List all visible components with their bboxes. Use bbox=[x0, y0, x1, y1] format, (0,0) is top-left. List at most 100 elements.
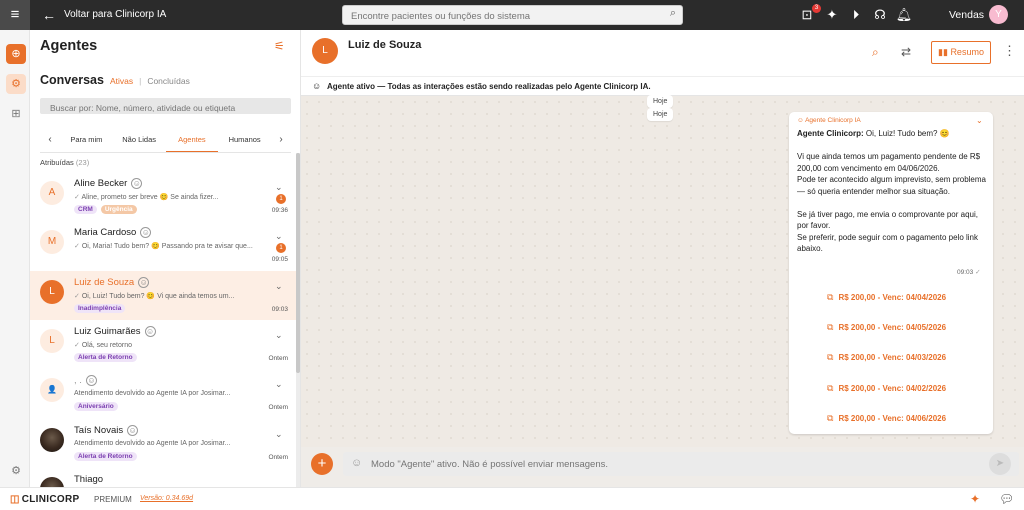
filter-concluidas[interactable]: Concluídas bbox=[147, 76, 190, 86]
tag-list: Alerta de Retorno bbox=[74, 353, 137, 362]
top-bar: ≡ ← Voltar para Clinicorp IA ⌕ ⊡ 3 ✦ ⏵ ☊… bbox=[0, 0, 1024, 30]
tag-list: Alerta de Retorno bbox=[74, 452, 137, 461]
check-icon: ✓ bbox=[975, 269, 981, 276]
payment-link[interactable]: ⧉ R$ 200,00 - Venc: 04/04/2026 bbox=[827, 292, 946, 303]
chevron-down-icon[interactable]: ⌄ bbox=[275, 182, 283, 193]
global-search-input[interactable] bbox=[343, 7, 643, 26]
payment-link-text[interactable]: R$ 200,00 - Venc: 04/03/2026 bbox=[838, 353, 946, 362]
agent-message-bubble: ☺ Agente Clinicorp IA ⌄ Agente Clinicorp… bbox=[789, 112, 993, 434]
item-time: Ontem bbox=[268, 454, 288, 461]
conversation-item[interactable]: Taís Novais ☺ Atendimento devolvido ao Ag… bbox=[30, 419, 296, 468]
plan-label: PREMIUM bbox=[94, 495, 132, 504]
contact-name-row: Thiago bbox=[74, 474, 103, 485]
tabs-prev-icon[interactable]: ‹ bbox=[40, 134, 60, 145]
preview-text: Olá, seu retorno bbox=[81, 342, 133, 349]
conversation-item[interactable]: A Aline Becker ☺ ✓ Aline, prometo ser bre… bbox=[30, 172, 296, 221]
conversation-search-input[interactable] bbox=[40, 100, 291, 116]
chevron-down-icon[interactable]: ⌄ bbox=[275, 231, 283, 242]
item-time: 09:03 bbox=[271, 306, 288, 313]
rail-home-icon[interactable]: ⊕ bbox=[6, 44, 26, 64]
conversation-item[interactable]: M Maria Cardoso ☺ ✓ Oi, Maria! Tudo bem? … bbox=[30, 221, 296, 270]
check-icon: ✓ bbox=[74, 243, 82, 250]
conversation-item-selected[interactable]: L Luiz de Souza ☺ ✓ Oi, Luiz! Tudo bem? 😊… bbox=[30, 271, 296, 320]
contact-avatar: L bbox=[40, 280, 64, 304]
scrollbar-thumb[interactable] bbox=[296, 153, 300, 373]
conversation-item[interactable]: L Luiz Guimarães ☺ ✓ Olá, seu retorno Ale… bbox=[30, 320, 296, 369]
agent-label-text: Agente Clinicorp IA bbox=[805, 117, 861, 124]
tab-humanos[interactable]: Humanos bbox=[218, 126, 271, 153]
payment-link-text[interactable]: R$ 200,00 - Venc: 04/04/2026 bbox=[838, 293, 946, 302]
chevron-down-icon[interactable]: ⌄ bbox=[275, 429, 283, 440]
tabs-next-icon[interactable]: › bbox=[271, 134, 291, 145]
conversation-search[interactable] bbox=[40, 98, 291, 116]
back-button[interactable]: ← Voltar para Clinicorp IA bbox=[42, 0, 166, 30]
assigned-header: Atribuídas (23) bbox=[40, 158, 89, 167]
filter-ativas[interactable]: Ativas bbox=[110, 76, 133, 86]
chat-bubble-icon[interactable]: 💬︎ bbox=[999, 492, 1014, 506]
list-scrollbar[interactable] bbox=[296, 153, 300, 487]
menu-icon[interactable]: ≡ bbox=[0, 0, 30, 30]
conversations-label: Conversas bbox=[40, 73, 104, 87]
preview-text: Atendimento devolvido ao Agente IA por J… bbox=[74, 440, 231, 447]
tag-crm: CRM bbox=[74, 205, 97, 214]
global-search[interactable]: ⌕ bbox=[342, 5, 683, 26]
preview-text: Oi, Maria! Tudo bem? 😊 Passando pra te a… bbox=[81, 243, 253, 250]
rail-agent-icon[interactable]: ⚙ bbox=[6, 74, 26, 94]
date-chip: Hoje bbox=[647, 108, 674, 121]
payment-link-text[interactable]: R$ 200,00 - Venc: 04/06/2026 bbox=[838, 414, 946, 423]
external-link-icon: ⧉ bbox=[827, 322, 834, 332]
chevron-down-icon[interactable]: ⌄ bbox=[275, 281, 283, 292]
composer-field[interactable]: ☺ ➤ bbox=[343, 452, 1019, 476]
rail-grid-icon[interactable]: ⊞ bbox=[6, 104, 26, 124]
contact-avatar: M bbox=[40, 230, 64, 254]
assigned-count: (23) bbox=[75, 158, 90, 167]
contact-name-row: Aline Becker ☺ bbox=[74, 178, 143, 189]
agent-active-banner: ☺ Agente ativo — Todas as interações est… bbox=[301, 76, 1024, 96]
message-preview: ✓ Olá, seu retorno bbox=[74, 341, 132, 349]
tab-agentes[interactable]: Agentes bbox=[165, 126, 219, 153]
tab-para-mim[interactable]: Para mim bbox=[60, 126, 113, 153]
payment-link-text[interactable]: R$ 200,00 - Venc: 04/02/2026 bbox=[838, 384, 946, 393]
payment-link[interactable]: ⧉ R$ 200,00 - Venc: 04/05/2026 bbox=[827, 322, 946, 333]
contact-name-row: , . ☺ bbox=[74, 375, 97, 386]
send-icon[interactable]: ➤ bbox=[989, 453, 1011, 475]
payment-link[interactable]: ⧉ R$ 200,00 - Venc: 04/02/2026 bbox=[827, 383, 946, 394]
payment-link-text[interactable]: R$ 200,00 - Venc: 04/05/2026 bbox=[838, 323, 946, 332]
chevron-down-icon[interactable]: ⌄ bbox=[275, 330, 283, 341]
preview-text: Atendimento devolvido ao Agente IA por J… bbox=[74, 390, 231, 397]
external-link-icon: ⧉ bbox=[827, 413, 834, 423]
search-icon[interactable]: ⌕ bbox=[872, 45, 879, 60]
headset-icon[interactable]: ☊ bbox=[871, 6, 889, 24]
attach-plus-button[interactable]: + bbox=[311, 453, 333, 475]
message-composer: + ☺ ➤ bbox=[301, 447, 1024, 487]
filter-icon[interactable]: ⚟ bbox=[274, 39, 285, 53]
sparkle-icon[interactable]: ✦ bbox=[823, 6, 841, 24]
logo-text: CLINICORP bbox=[21, 494, 80, 505]
version-link[interactable]: Versão: 0.34.69d bbox=[140, 495, 193, 502]
resumo-button[interactable]: ▮▮ Resumo bbox=[931, 41, 991, 64]
chevron-down-icon[interactable]: ⌄ bbox=[275, 379, 283, 390]
search-icon[interactable]: ⌕ bbox=[670, 7, 676, 20]
chevron-down-icon[interactable]: ⌄ bbox=[976, 116, 983, 125]
tab-nao-lidas[interactable]: Não Lidas bbox=[113, 126, 166, 153]
agent-label: ☺ Agente Clinicorp IA bbox=[797, 117, 861, 124]
more-options-icon[interactable]: ⋮ bbox=[1003, 43, 1016, 59]
composer-input[interactable] bbox=[371, 452, 931, 476]
user-name[interactable]: Vendas bbox=[949, 0, 984, 30]
agent-bot-icon: ☺ bbox=[131, 178, 143, 189]
transfer-icon[interactable]: ⇄ bbox=[901, 45, 911, 59]
tag-inadimplencia: Inadimplência bbox=[74, 304, 126, 313]
tag-urgencia: Urgência bbox=[100, 205, 137, 214]
emoji-icon[interactable]: ☺ bbox=[351, 457, 362, 469]
conversation-item[interactable]: Thiago bbox=[30, 468, 296, 487]
rail-settings-icon[interactable]: ⚙ bbox=[6, 461, 26, 481]
play-circle-icon[interactable]: ⏵ bbox=[847, 6, 865, 24]
conversation-panel: Agentes ⚟ Conversas Ativas | Concluídas … bbox=[30, 30, 301, 487]
payment-link[interactable]: ⧉ R$ 200,00 - Venc: 04/03/2026 bbox=[827, 352, 946, 363]
user-avatar[interactable]: Y bbox=[989, 5, 1008, 24]
bell-icon[interactable]: 🔔︎ bbox=[895, 6, 913, 24]
sparkle-icon[interactable]: ✦ bbox=[970, 492, 980, 506]
payment-link[interactable]: ⧉ R$ 200,00 - Venc: 04/06/2026 bbox=[827, 413, 946, 424]
conversation-item[interactable]: 👤 , . ☺ Atendimento devolvido ao Agente I… bbox=[30, 369, 296, 418]
footer: ◫ CLINICORP PREMIUM Versão: 0.34.69d ✦ 💬︎ bbox=[0, 487, 1024, 510]
